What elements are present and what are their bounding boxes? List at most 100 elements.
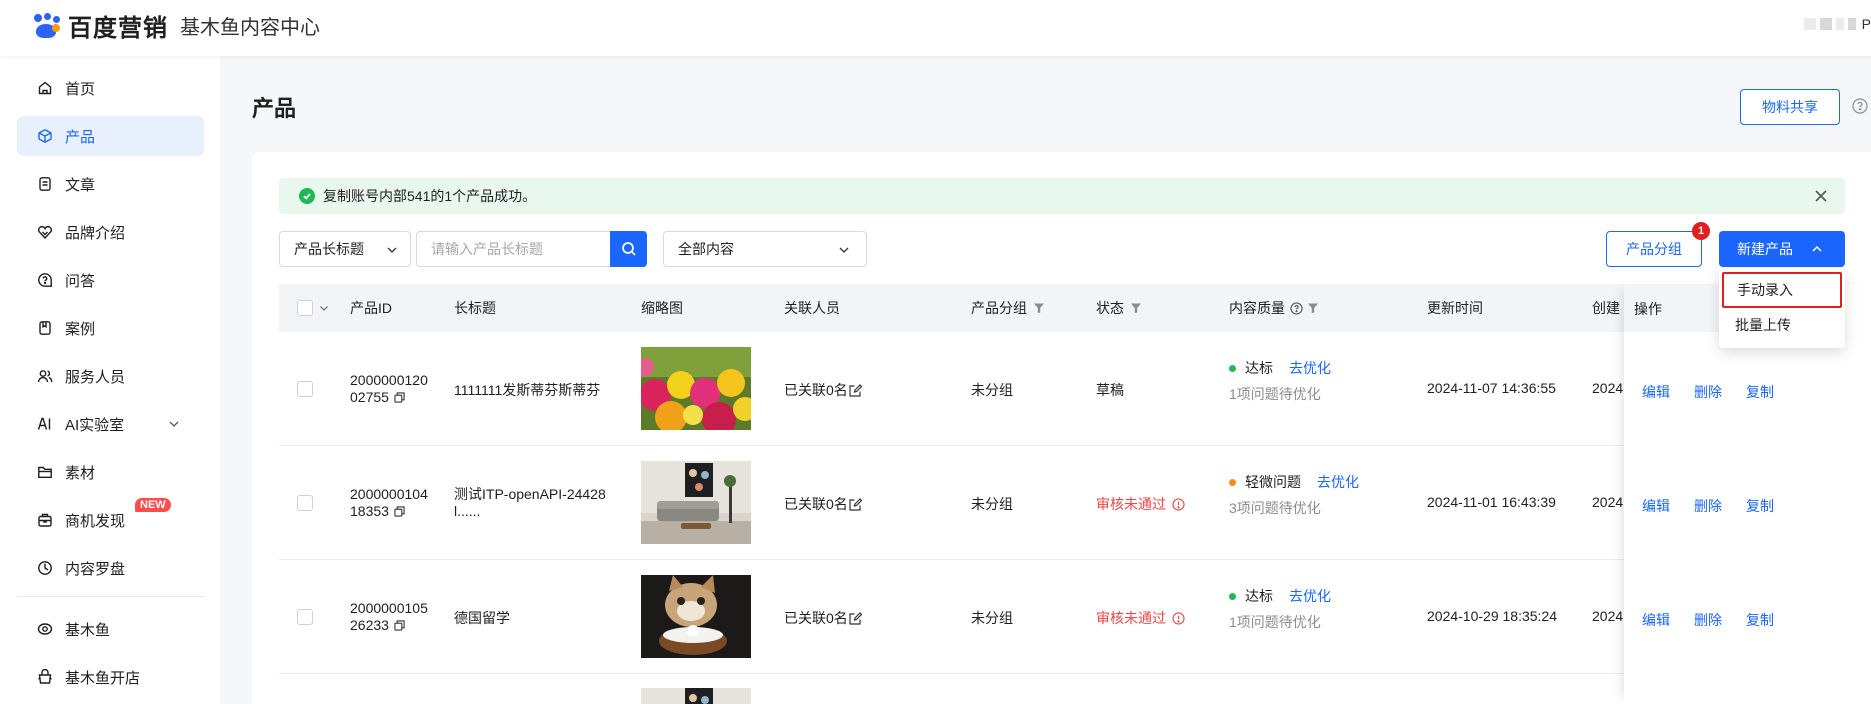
row-checkbox[interactable] [297,609,313,625]
product-thumbnail-partial[interactable] [641,688,751,704]
blurred-avatar-pixel [1803,18,1816,30]
sidebar-item-brand[interactable]: 品牌介绍 [17,212,204,252]
baidu-marketing-logo[interactable]: 百度营销 基木鱼内容中心 [32,8,320,43]
select-all-checkbox[interactable] [297,300,313,316]
product-id-part: 2000000120 [350,372,428,388]
product-thumbnail-living-room[interactable] [641,461,751,544]
sidebar-item-material[interactable]: 素材 [17,452,204,492]
menu-item-batch-upload[interactable]: 批量上传 [1719,308,1845,342]
store-icon [37,669,53,685]
blurred-avatar-pixel [1835,18,1844,30]
edit-pencil-icon[interactable] [849,383,862,397]
status-value: 审核未通过 [1096,610,1166,626]
scope-select[interactable]: 全部内容 [663,231,867,267]
optimize-link[interactable]: 去优化 [1317,472,1359,492]
product-title-line: 测试ITP-openAPI-24428 [454,486,606,502]
chevron-down-icon[interactable] [319,303,329,313]
copy-button[interactable]: 复制 [1746,382,1774,402]
edit-pencil-icon[interactable] [849,497,862,511]
sidebar-item-jimuyu[interactable]: 基木鱼 [17,609,204,649]
product-thumbnail-flowers[interactable] [641,347,751,430]
column-header-thumbnail: 缩略图 [641,300,683,316]
product-group-value: 未分组 [971,610,1013,626]
search-input[interactable] [431,241,611,257]
column-header-operations: 操作 [1634,301,1662,317]
sidebar-item-jimuyu-store[interactable]: 基木鱼开店 [17,657,204,697]
product-group-button[interactable]: 产品分组 [1606,231,1702,267]
menu-item-manual-entry[interactable]: 手动录入 [1722,272,1842,308]
product-thumbnail-kitten[interactable] [641,575,751,658]
user-account-area[interactable]: P [1803,16,1871,32]
blurred-avatar-pixel [1819,18,1832,30]
home-icon [37,80,53,96]
sidebar-item-article[interactable]: 文章 [17,164,204,204]
delete-button[interactable]: 删除 [1694,610,1722,630]
filter-funnel-icon[interactable] [1033,302,1045,314]
info-icon[interactable] [1172,497,1185,511]
copy-icon[interactable] [394,620,405,631]
sidebar-item-compass[interactable]: 内容罗盘 [17,548,204,588]
sidebar-item-case[interactable]: 案例 [17,308,204,348]
briefcase-icon [37,512,53,528]
column-header-quality-label: 内容质量 [1229,300,1285,316]
product-title[interactable]: 德国留学 [454,608,510,628]
optimize-link[interactable]: 去优化 [1289,586,1331,606]
document-icon [37,176,53,192]
product-id-cell: 2000000104 18353 [350,486,428,520]
product-title[interactable]: 测试ITP-openAPI-24428 l...... [454,486,606,520]
field-select[interactable]: 产品长标题 [279,231,411,267]
material-share-button[interactable]: 物料共享 [1740,89,1840,125]
row-actions: 编辑 删除 复制 [1642,382,1774,402]
quality-level: 达标 [1245,360,1273,376]
sidebar-item-opportunity[interactable]: 商机发现 NEW [17,498,204,540]
quality-issue-count: 1项问题待优化 [1229,614,1321,630]
edit-button[interactable]: 编辑 [1642,610,1670,630]
related-staff-cell[interactable]: 已关联0名 [784,608,862,628]
copy-button[interactable]: 复制 [1746,496,1774,516]
copy-icon[interactable] [394,392,405,403]
status-value: 审核未通过 [1096,496,1166,512]
product-id-part: 02755 [350,389,389,405]
chevron-down-icon[interactable] [168,418,180,430]
sidebar-item-ai-lab[interactable]: AI实验室 [17,404,204,444]
sidebar-item-product[interactable]: 产品 [17,116,204,156]
related-staff-text: 已关联0名 [784,382,848,398]
copy-icon[interactable] [394,506,405,517]
sidebar-item-staff[interactable]: 服务人员 [17,356,204,396]
copy-button[interactable]: 复制 [1746,610,1774,630]
compass-icon [37,560,53,576]
sidebar-item-label: 品牌介绍 [65,224,126,242]
row-checkbox[interactable] [297,495,313,511]
new-product-button[interactable]: 新建产品 [1719,231,1845,267]
chevron-up-icon [1812,245,1822,252]
product-group-value: 未分组 [971,382,1013,398]
related-staff-cell[interactable]: 已关联0名 [784,380,862,400]
quality-issue-count: 1项问题待优化 [1229,386,1321,402]
optimize-link[interactable]: 去优化 [1289,358,1331,378]
filter-funnel-icon[interactable] [1307,302,1319,314]
sidebar-item-label: 商机发现 [65,512,126,530]
filter-funnel-icon[interactable] [1130,302,1142,314]
edit-button[interactable]: 编辑 [1642,382,1670,402]
search-button[interactable] [610,231,647,267]
edit-button[interactable]: 编辑 [1642,496,1670,516]
delete-button[interactable]: 删除 [1694,382,1722,402]
sidebar-item-qa[interactable]: 问答 [17,260,204,300]
success-alert: 复制账号内部541的1个产品成功。 [279,178,1845,214]
edit-pencil-icon[interactable] [849,611,862,625]
sidebar-item-label: AI实验室 [65,416,125,434]
select-all-control[interactable] [297,284,329,332]
sidebar-item-home[interactable]: 首页 [17,68,204,108]
created-time: 2024 [1592,608,1624,624]
brand-name: 百度营销 [68,15,168,42]
related-staff-cell[interactable]: 已关联0名 [784,494,862,514]
row-checkbox[interactable] [297,381,313,397]
help-question-icon[interactable] [1852,98,1868,114]
info-icon[interactable] [1172,611,1185,625]
delete-button[interactable]: 删除 [1694,496,1722,516]
case-book-icon [37,320,53,336]
help-question-icon[interactable] [1290,301,1303,315]
close-icon[interactable] [1813,188,1829,204]
updated-time: 2024-11-01 16:43:39 [1427,494,1556,510]
product-title[interactable]: 1111111发斯蒂芬斯蒂芬 [454,380,600,400]
